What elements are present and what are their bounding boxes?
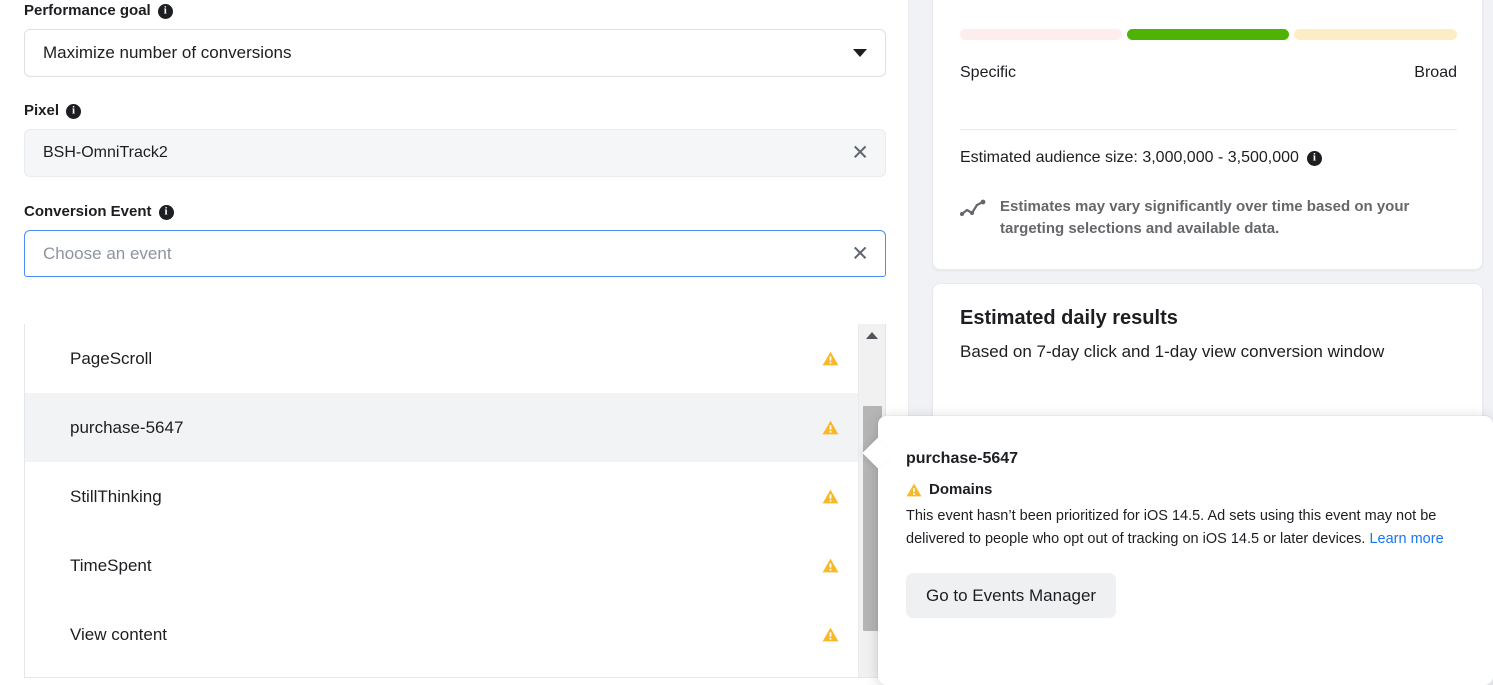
estimated-daily-results-subtitle: Based on 7-day click and 1-day view conv… [960, 342, 1385, 361]
tooltip-warning-heading: Domains [906, 481, 1473, 498]
audience-meter [960, 29, 1457, 40]
dropdown-option-label: TimeSpent [70, 555, 152, 575]
warning-triangle-icon [822, 420, 839, 435]
audience-meter-labels: Specific Broad [960, 64, 1457, 82]
estimated-audience-size: Estimated audience size: 3,000,000 - 3,5… [960, 149, 1322, 167]
pixel-label: Pixel i [24, 101, 886, 121]
dropdown-option-stillthinking[interactable]: StillThinking [25, 462, 885, 531]
conversion-event-option-list: PageScroll purchase-5647 StillThinking Time… [25, 324, 885, 669]
dropdown-option-view-content[interactable]: View content [25, 600, 885, 669]
estimated-audience-size-text: Estimated audience size: 3,000,000 - 3,5… [960, 149, 1299, 166]
dropdown-option-label: View content [70, 624, 168, 644]
tooltip-title: purchase-5647 [906, 450, 1019, 467]
warning-triangle-icon [822, 558, 839, 573]
warning-triangle-icon [822, 351, 839, 366]
estimates-disclaimer: Estimates may vary significantly over ti… [959, 196, 1470, 240]
form-fields: Performance goal i Maximize number of co… [24, 1, 886, 277]
event-warning-tooltip: purchase-5647 Domains This event hasn’t … [862, 416, 1493, 685]
warning-triangle-icon [822, 627, 839, 642]
estimates-disclaimer-text: Estimates may vary significantly over ti… [1000, 198, 1410, 237]
audience-meter-label-specific: Specific [960, 64, 1017, 81]
tooltip-warning-heading-text: Domains [929, 481, 993, 498]
go-to-events-manager-button[interactable]: Go to Events Manager [906, 573, 1117, 618]
audience-meter-segment-balanced [1127, 29, 1289, 40]
warning-triangle-icon [906, 483, 922, 497]
audience-definition-panel: Specific Broad Estimated audience size: … [932, 0, 1483, 270]
performance-goal-label: Performance goal i [24, 1, 886, 21]
scroll-up-arrow-icon[interactable] [866, 332, 878, 339]
conversion-event-label-text: Conversion Event [24, 203, 152, 220]
audience-meter-label-broad: Broad [1414, 64, 1457, 81]
dropdown-option-label: PageScroll [70, 348, 153, 368]
panel-divider [960, 129, 1457, 130]
ad-set-conversion-event-screen: Performance goal i Maximize number of co… [0, 0, 1493, 685]
performance-goal-select[interactable]: Maximize number of conversions [24, 29, 886, 77]
conversion-event-combobox[interactable]: Choose an event ✕ [24, 230, 886, 277]
pixel-value: BSH-OmniTrack2 [43, 144, 168, 161]
chevron-down-icon [853, 49, 867, 57]
conversion-event-placeholder: Choose an event [43, 243, 172, 263]
warning-triangle-icon [822, 489, 839, 504]
info-icon[interactable]: i [66, 103, 82, 119]
dropdown-option-purchase-5647[interactable]: purchase-5647 [25, 393, 885, 462]
info-icon[interactable]: i [1306, 150, 1322, 166]
info-icon[interactable]: i [157, 3, 173, 19]
close-icon[interactable]: ✕ [851, 243, 869, 264]
performance-goal-selected-value: Maximize number of conversions [43, 43, 292, 62]
estimated-daily-results-title: Estimated daily results [960, 307, 1178, 329]
conversion-event-dropdown: PageScroll purchase-5647 StillThinking Time… [24, 324, 886, 678]
close-icon[interactable]: ✕ [851, 143, 869, 164]
tooltip-body-text: This event hasn’t been prioritized for i… [906, 508, 1437, 547]
audience-meter-segment-broad [1294, 29, 1457, 40]
dropdown-option-timespent[interactable]: TimeSpent [25, 531, 885, 600]
learn-more-link[interactable]: Learn more [1369, 531, 1443, 547]
pixel-label-text: Pixel [24, 102, 60, 119]
tooltip-body: This event hasn’t been prioritized for i… [906, 505, 1471, 551]
performance-goal-label-text: Performance goal [24, 2, 151, 19]
dropdown-option-label: StillThinking [70, 486, 162, 506]
audience-meter-segment-specific [960, 29, 1122, 40]
dropdown-option-pagescroll[interactable]: PageScroll [25, 324, 885, 393]
trend-line-icon [959, 199, 986, 224]
dropdown-option-label: purchase-5647 [70, 417, 184, 437]
conversion-event-label: Conversion Event i [24, 202, 886, 222]
tooltip-content: purchase-5647 Domains This event hasn’t … [906, 450, 1473, 618]
info-icon[interactable]: i [158, 204, 174, 220]
form-card: Performance goal i Maximize number of co… [0, 0, 908, 685]
pixel-field[interactable]: BSH-OmniTrack2 ✕ [24, 129, 886, 177]
